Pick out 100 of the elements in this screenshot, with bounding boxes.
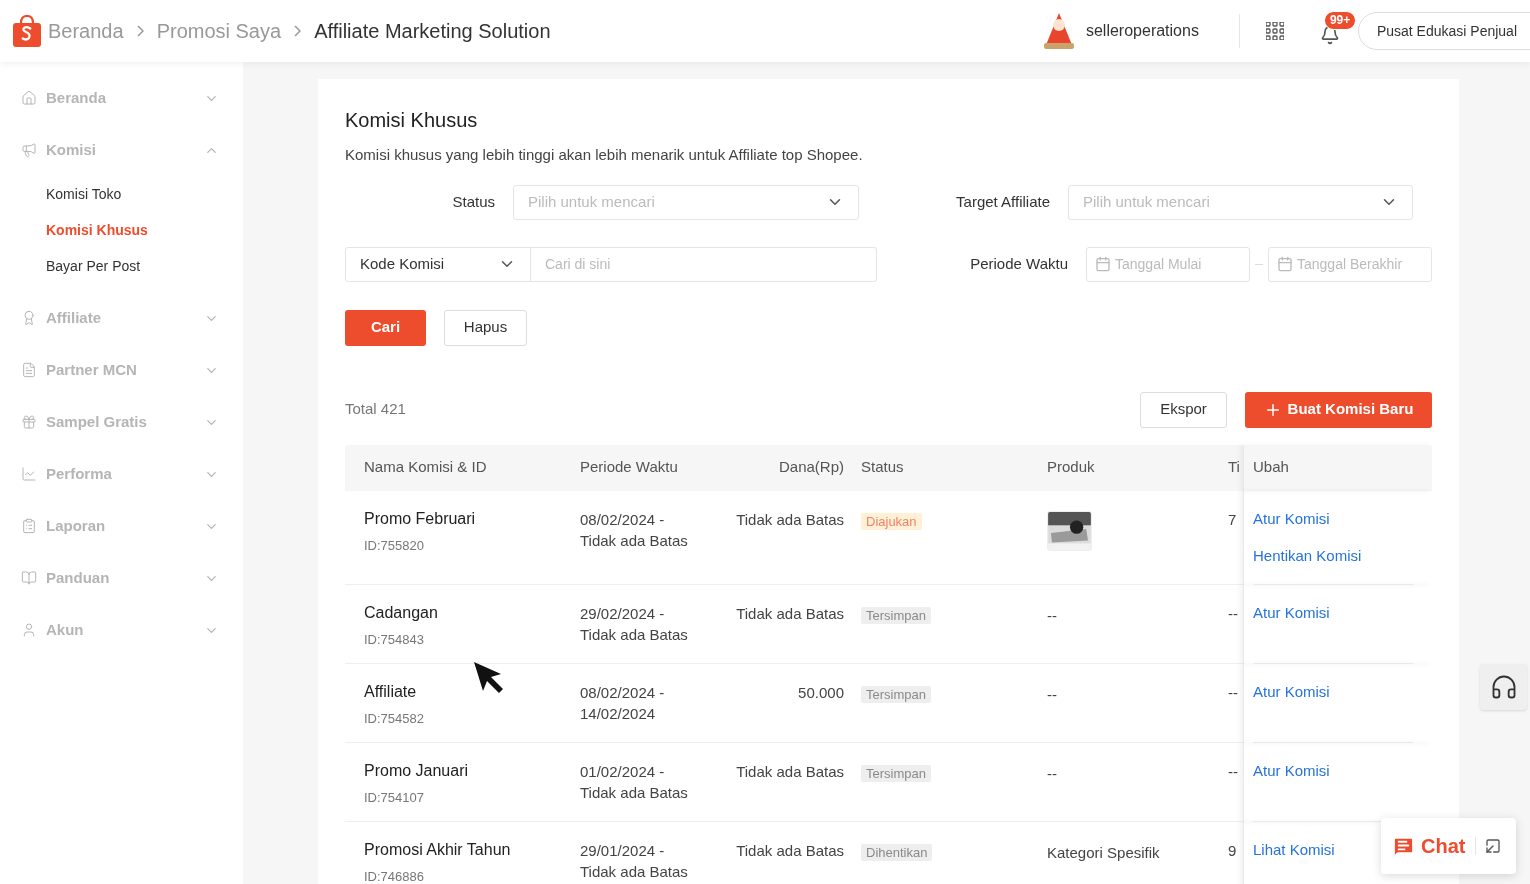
- chat-widget[interactable]: Chat: [1381, 818, 1516, 874]
- commission-name: Cadangan: [364, 602, 439, 623]
- action-link[interactable]: Hentikan Komisi: [1253, 545, 1362, 568]
- sidebar-subitem[interactable]: Komisi Khusus: [0, 212, 243, 248]
- breadcrumb-item: Affiliate Marketing Solution: [314, 19, 551, 44]
- commission-id: ID:754582: [364, 709, 425, 728]
- column-header: Ti: [1228, 457, 1241, 478]
- shop-logo-icon[interactable]: [12, 15, 42, 47]
- commission-id: ID:754843: [364, 630, 425, 649]
- target-affiliate-select[interactable]: Pilih untuk mencari: [1068, 184, 1413, 220]
- period-text: Tidak ada Batas: [580, 782, 689, 803]
- period-text: 29/02/2024 -: [580, 603, 666, 624]
- award-icon: [21, 310, 37, 326]
- product-text: --: [1047, 606, 1057, 624]
- commission-id: ID:754107: [364, 788, 425, 807]
- search-button[interactable]: Cari: [345, 309, 426, 346]
- product-text: --: [1047, 764, 1057, 782]
- column-header: Produk: [1047, 457, 1096, 478]
- apps-grid-icon[interactable]: [1265, 22, 1284, 40]
- calendar-icon: [1095, 256, 1111, 272]
- period-text: Tidak ada Batas: [580, 624, 689, 645]
- action-link[interactable]: Atur Komisi: [1253, 601, 1330, 624]
- start-date-field[interactable]: Tanggal Mulai: [1086, 246, 1250, 282]
- fund-text: Tidak ada Batas: [736, 762, 844, 780]
- create-commission-button[interactable]: Buat Komisi Baru: [1245, 391, 1432, 428]
- field-label: Periode Waktu: [969, 253, 1069, 274]
- table-cell: 9: [1228, 841, 1237, 859]
- code-type-select[interactable]: Kode Komisi: [345, 246, 531, 282]
- status-tag: Diajukan: [861, 512, 922, 530]
- chevron-right-icon: [294, 25, 302, 37]
- username[interactable]: selleroperations: [1085, 19, 1199, 43]
- sidebar-item[interactable]: Affiliate: [0, 292, 243, 344]
- commission-id: ID:755820: [364, 536, 425, 555]
- status-tag: Dihentikan: [861, 843, 933, 861]
- table-cell: --: [1228, 604, 1238, 622]
- period-text: 14/02/2024: [580, 703, 657, 724]
- search-field[interactable]: Cari di sini: [531, 246, 877, 282]
- end-date-field[interactable]: Tanggal Berakhir: [1268, 246, 1432, 282]
- status-select[interactable]: Pilih untuk mencari: [513, 184, 859, 220]
- action-link[interactable]: Lihat Komisi: [1253, 838, 1335, 861]
- commission-name: Promo Januari: [364, 760, 470, 781]
- calendar-icon: [1277, 256, 1293, 272]
- action-link[interactable]: Atur Komisi: [1253, 759, 1330, 782]
- document-icon: [21, 362, 37, 378]
- fund-text: Tidak ada Batas: [736, 841, 844, 859]
- sidebar-item[interactable]: Laporan: [0, 500, 243, 552]
- sidebar-item[interactable]: Beranda: [0, 72, 243, 124]
- total-count: Total 421: [345, 399, 407, 420]
- gift-icon: [21, 414, 37, 430]
- action-link[interactable]: Atur Komisi: [1253, 680, 1330, 703]
- page-title: Komisi Khusus: [345, 108, 479, 133]
- notification-badge: 99+: [1323, 11, 1357, 30]
- status-tag: Tersimpan: [861, 606, 931, 624]
- cursor-icon: [473, 661, 505, 694]
- chevron-right-icon: [136, 25, 144, 37]
- table-cell: --: [1228, 762, 1238, 780]
- breadcrumb-item[interactable]: Beranda: [48, 16, 124, 46]
- support-button[interactable]: [1480, 664, 1527, 710]
- chat-label[interactable]: Chat: [1421, 831, 1466, 861]
- sidebar-item[interactable]: Performa: [0, 448, 243, 500]
- book-icon: [21, 570, 37, 586]
- period-text: 08/02/2024 -: [580, 509, 666, 530]
- status-tag: Tersimpan: [861, 685, 931, 703]
- column-header: Nama Komisi & ID: [363, 457, 488, 478]
- table-cell: 7: [1228, 510, 1237, 528]
- bell-icon[interactable]: [1319, 25, 1340, 45]
- product-text: Kategori Spesifik: [1047, 843, 1160, 861]
- product-text: --: [1047, 685, 1057, 703]
- field-label: Target Affiliate: [955, 191, 1051, 212]
- megaphone-icon: [21, 142, 37, 158]
- user-icon: [21, 622, 37, 638]
- period-text: 29/01/2024 -: [580, 840, 666, 861]
- fund-text: 50.000: [798, 683, 844, 701]
- clipboard-icon: [21, 518, 37, 534]
- home-icon: [21, 90, 37, 106]
- column-header: Ubah: [1243, 444, 1432, 491]
- commission-name: Affiliate: [364, 681, 418, 702]
- period-text: 01/02/2024 -: [580, 761, 666, 782]
- sidebar-item[interactable]: Akun: [0, 604, 243, 656]
- expand-icon[interactable]: [1485, 838, 1502, 854]
- line-chart-icon: [21, 466, 37, 482]
- action-link[interactable]: Atur Komisi: [1253, 507, 1330, 530]
- period-text: Tidak ada Batas: [580, 861, 689, 882]
- table-cell: --: [1228, 683, 1238, 701]
- column-header: Dana(Rp): [777, 457, 844, 478]
- column-header: Periode Waktu: [580, 457, 679, 478]
- export-button[interactable]: Ekspor: [1140, 391, 1227, 428]
- column-header: Status: [860, 457, 905, 478]
- sidebar-item[interactable]: Partner MCN: [0, 344, 243, 396]
- clear-button[interactable]: Hapus: [444, 309, 527, 346]
- sidebar-item[interactable]: Sampel Gratis: [0, 396, 243, 448]
- sidebar-subitem[interactable]: Bayar Per Post: [0, 248, 243, 284]
- period-text: 08/02/2024 -: [580, 682, 666, 703]
- breadcrumb-item[interactable]: Promosi Saya: [156, 16, 282, 46]
- page-description: Komisi khusus yang lebih tinggi akan lebih menarik untuk Affiliate top Shopee.: [345, 145, 864, 165]
- sidebar-item[interactable]: Komisi: [0, 124, 243, 176]
- commission-id: ID:746886: [364, 867, 425, 884]
- status-tag: Tersimpan: [861, 764, 931, 782]
- sidebar-item[interactable]: Panduan: [0, 552, 243, 604]
- sidebar-subitem[interactable]: Komisi Toko: [0, 176, 243, 212]
